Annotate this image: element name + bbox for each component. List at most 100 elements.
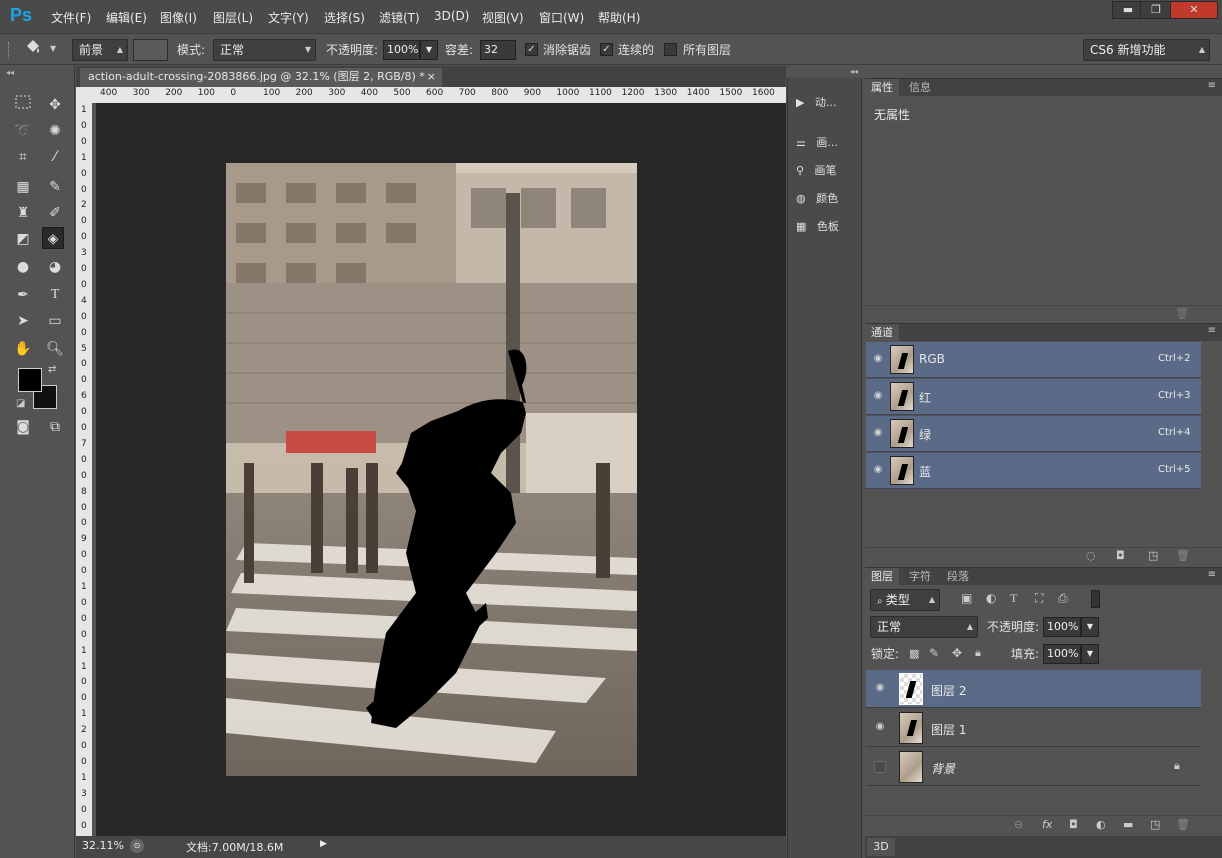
- menu-view[interactable]: 视图(V): [482, 9, 524, 26]
- menu-image[interactable]: 图像(I): [160, 9, 197, 26]
- link-layers-icon[interactable]: ⊖: [1014, 818, 1023, 831]
- layers-menu-icon[interactable]: ≡: [1208, 569, 1216, 580]
- status-info-icon[interactable]: ⊙: [130, 839, 144, 853]
- marquee-tool-icon[interactable]: [12, 94, 34, 116]
- load-selection-icon[interactable]: ◌: [1086, 549, 1096, 562]
- channel-visibility-icon[interactable]: ◉: [872, 427, 884, 438]
- default-colors-icon[interactable]: ◪: [16, 398, 25, 409]
- adjustment-layer-icon[interactable]: ◐: [1096, 818, 1106, 831]
- document-tab[interactable]: action-adult-crossing-2083866.jpg @ 32.1…: [80, 68, 442, 87]
- menu-help[interactable]: 帮助(H): [598, 9, 640, 26]
- layer-visibility-icon[interactable]: ◉: [874, 682, 886, 693]
- channel-row-green[interactable]: ◉ 绿 Ctrl+4: [866, 416, 1201, 452]
- channel-row-blue[interactable]: ◉ 蓝 Ctrl+5: [866, 453, 1201, 489]
- layer-row-layer2[interactable]: ◉ 图层 2: [866, 670, 1201, 708]
- zoom-tool-icon[interactable]: 🔍︎: [44, 338, 66, 360]
- actions-panel-button[interactable]: ▶ 动...: [796, 92, 836, 114]
- delete-channel-icon[interactable]: 🗑︎: [1176, 549, 1190, 562]
- brush-panel-button[interactable]: ⚲ 画笔: [796, 160, 837, 182]
- move-tool-icon[interactable]: ✥: [44, 94, 66, 116]
- contiguous-checkbox[interactable]: ✓: [600, 43, 613, 56]
- new-group-icon[interactable]: ▬: [1123, 818, 1133, 831]
- paint-bucket-icon[interactable]: [22, 38, 44, 60]
- filter-shape-icon[interactable]: ⛶: [1035, 591, 1043, 606]
- pen-tool-icon[interactable]: ✒: [12, 284, 34, 306]
- channel-visibility-icon[interactable]: ◉: [872, 390, 884, 401]
- lasso-tool-icon[interactable]: ➰: [12, 120, 34, 142]
- tab-properties[interactable]: 属性: [865, 79, 899, 96]
- menu-select[interactable]: 选择(S): [324, 9, 365, 26]
- paint-bucket-tool-icon[interactable]: ◈: [42, 227, 64, 249]
- eraser-icon[interactable]: ◩: [12, 228, 34, 250]
- channel-visibility-icon[interactable]: ◉: [872, 464, 884, 475]
- layer-style-icon[interactable]: fx: [1042, 818, 1052, 831]
- tab-channels[interactable]: 通道: [865, 324, 899, 341]
- channel-visibility-icon[interactable]: ◉: [872, 353, 884, 364]
- channels-menu-icon[interactable]: ≡: [1208, 325, 1216, 336]
- swatches-panel-button[interactable]: ▦ 色板: [796, 216, 839, 238]
- blend-mode-select[interactable]: 正常 ▲: [870, 616, 978, 638]
- screen-mode-icon[interactable]: ⧉: [44, 416, 66, 438]
- healing-brush-icon[interactable]: ▦: [12, 176, 34, 198]
- magic-wand-icon[interactable]: ✺: [44, 120, 66, 142]
- tab-character[interactable]: 字符: [903, 568, 937, 585]
- menu-edit[interactable]: 编辑(E): [106, 9, 147, 26]
- tab-info[interactable]: 信息: [903, 79, 937, 96]
- menu-type[interactable]: 文字(Y): [268, 9, 309, 26]
- eyedropper-icon[interactable]: ⁄: [44, 146, 66, 168]
- restore-button[interactable]: ❐: [1140, 1, 1172, 19]
- filter-type-icon[interactable]: T: [1010, 591, 1017, 606]
- filter-pixel-icon[interactable]: ▣: [961, 591, 972, 605]
- tolerance-input[interactable]: 32: [480, 40, 516, 60]
- new-channel-icon[interactable]: ◳: [1148, 549, 1158, 562]
- toolbox-collapse-icon[interactable]: ◂◂: [6, 68, 14, 77]
- pattern-picker[interactable]: [133, 39, 168, 61]
- status-menu-arrow-icon[interactable]: ▶: [320, 839, 327, 849]
- history-brush-icon[interactable]: ✐: [44, 202, 66, 224]
- canvas-area[interactable]: [96, 103, 786, 836]
- strip-collapse-icon[interactable]: ◂◂: [850, 67, 858, 76]
- hand-tool-icon[interactable]: ✋: [12, 338, 34, 360]
- layer-opacity-dropdown-icon[interactable]: ▼: [1081, 617, 1099, 637]
- layer-visibility-icon[interactable]: ◉: [874, 721, 886, 732]
- blur-tool-icon[interactable]: ●: [12, 256, 34, 278]
- filter-toggle[interactable]: [1091, 590, 1100, 608]
- type-tool-icon[interactable]: T: [44, 284, 66, 306]
- menu-file[interactable]: 文件(F): [51, 9, 91, 26]
- save-selection-icon[interactable]: ◘: [1116, 549, 1125, 562]
- quick-mask-icon[interactable]: ◙: [12, 416, 34, 438]
- color-panel-button[interactable]: ◍ 颜色: [796, 188, 838, 210]
- fill-dropdown-icon[interactable]: ▼: [1081, 644, 1099, 664]
- tab-paragraph[interactable]: 段落: [941, 568, 975, 585]
- layer-filter-select[interactable]: ⌕ 类型 ▲: [870, 589, 940, 611]
- foreground-color-swatch[interactable]: [18, 368, 42, 392]
- path-selection-icon[interactable]: ➤: [12, 310, 34, 332]
- menu-layer[interactable]: 图层(L): [213, 9, 253, 26]
- fill-source-select[interactable]: 前景 ▲: [72, 39, 128, 61]
- properties-menu-icon[interactable]: ≡: [1208, 80, 1216, 91]
- zoom-level[interactable]: 32.11%: [82, 839, 124, 852]
- channel-row-rgb[interactable]: ◉ RGB Ctrl+2: [866, 342, 1201, 378]
- fill-input[interactable]: 100%: [1043, 644, 1081, 664]
- brush-tool-icon[interactable]: ✎: [44, 176, 66, 198]
- crop-tool-icon[interactable]: ⌗: [12, 146, 34, 168]
- layer-visibility-toggle[interactable]: [874, 761, 886, 773]
- workspace-select[interactable]: CS6 新增功能 ▲: [1083, 39, 1210, 61]
- filter-adjustment-icon[interactable]: ◐: [986, 591, 996, 605]
- lock-transparent-icon[interactable]: ▩: [909, 647, 919, 660]
- document-image[interactable]: [226, 163, 637, 776]
- add-mask-icon[interactable]: ◘: [1069, 818, 1078, 831]
- opacity-dropdown-icon[interactable]: ▼: [420, 40, 438, 60]
- tab-3d[interactable]: 3D: [867, 838, 895, 856]
- delete-layer-icon[interactable]: 🗑︎: [1176, 818, 1190, 831]
- layer-row-background[interactable]: 背景 🔒︎: [866, 748, 1201, 786]
- filter-smart-object-icon[interactable]: ⎙: [1058, 591, 1068, 606]
- new-layer-icon[interactable]: ◳: [1150, 818, 1160, 831]
- menu-3d[interactable]: 3D(D): [434, 9, 469, 23]
- rectangle-tool-icon[interactable]: ▭: [44, 310, 66, 332]
- menu-window[interactable]: 窗口(W): [539, 9, 584, 26]
- layer-opacity-input[interactable]: 100%: [1043, 617, 1081, 637]
- mode-select[interactable]: 正常 ▼: [213, 39, 316, 61]
- lock-position-icon[interactable]: ✥: [952, 646, 962, 660]
- swap-colors-icon[interactable]: ⇄: [48, 364, 56, 375]
